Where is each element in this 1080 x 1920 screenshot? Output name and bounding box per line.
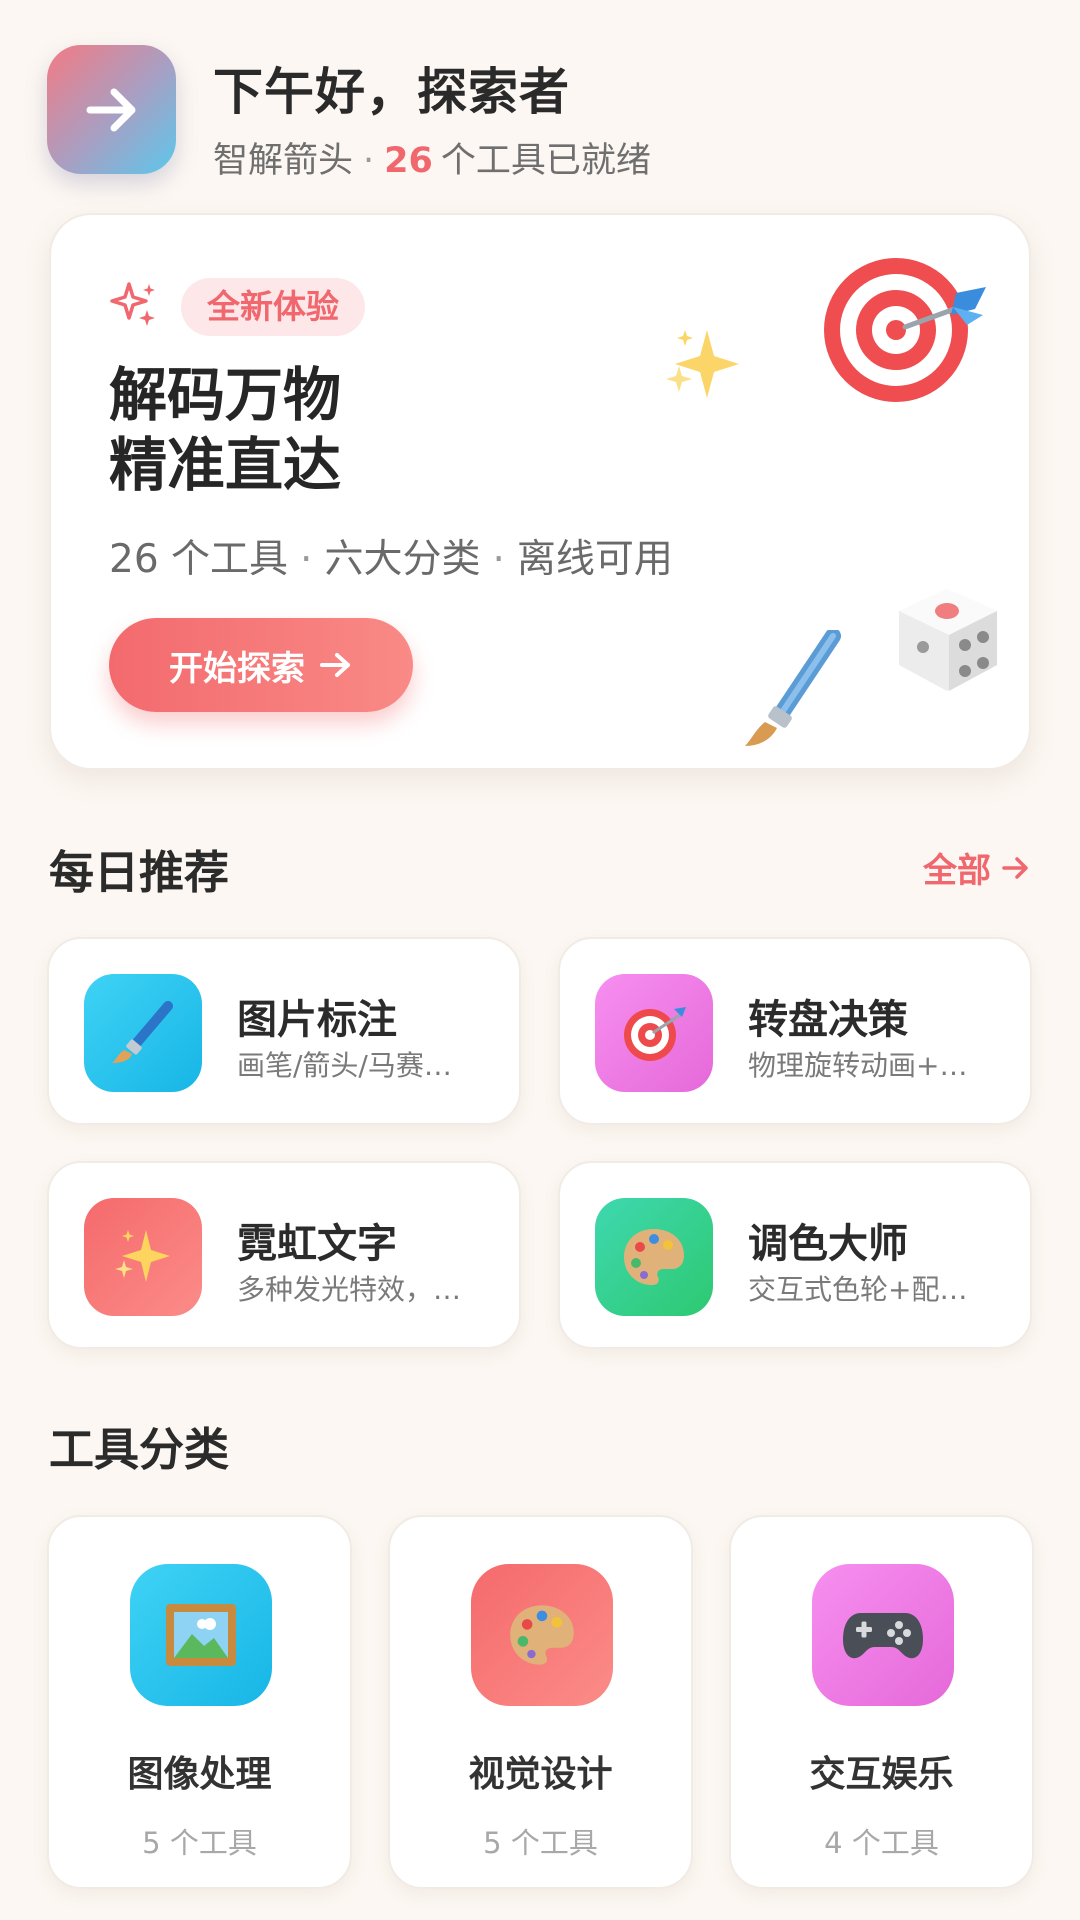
category-card-visual-design[interactable]: 视觉设计 5 个工具 [388, 1515, 693, 1889]
separator-dot: · [363, 141, 375, 181]
tool-name: 霓虹文字 [237, 1221, 397, 1267]
category-card-interactive-fun[interactable]: 交互娱乐 4 个工具 [729, 1515, 1034, 1889]
tool-desc: 多种发光特效，… [237, 1273, 462, 1306]
daily-recommend-title: 每日推荐 [49, 846, 230, 899]
start-explore-label: 开始探索 [169, 648, 305, 689]
category-name: 视觉设计 [468, 1754, 613, 1795]
app-logo [47, 45, 176, 174]
category-name: 图像处理 [127, 1754, 272, 1795]
game-controller-icon [812, 1564, 954, 1706]
tool-card-image-annotate[interactable]: 图片标注 画笔/箭头/马赛… [47, 937, 521, 1125]
hero-desc-tools: 26 个工具 [109, 537, 289, 582]
tool-card-spin-wheel[interactable]: 转盘决策 物理旋转动画+… [558, 937, 1032, 1125]
hero-title-line-1: 解码万物 [109, 361, 342, 429]
sparkles-icon [84, 1198, 202, 1316]
separator-dot: · [300, 537, 313, 582]
dice-icon [899, 589, 997, 691]
category-count: 5 个工具 [483, 1826, 598, 1860]
category-count: 4 个工具 [824, 1826, 939, 1860]
category-card-image-processing[interactable]: 图像处理 5 个工具 [47, 1515, 352, 1889]
sparkle-icon [110, 282, 155, 326]
hero-card: 全新体验 解码万物 精准直达 26 个工具 · 六大分类 · 离线可用 开始探索 [49, 213, 1031, 770]
paintbrush-icon [84, 974, 202, 1092]
arrow-right-icon [1002, 856, 1028, 879]
greeting-title: 下午好，探索者 [213, 63, 570, 121]
hero-desc-offline: 离线可用 [516, 537, 673, 582]
status-subline: 智解箭头 · 26 个工具已就绪 [213, 132, 651, 183]
start-explore-button[interactable]: 开始探索 [109, 618, 413, 712]
hero-title: 解码万物 精准直达 [109, 360, 609, 500]
hero-title-line-2: 精准直达 [109, 431, 342, 499]
arrow-right-icon [320, 653, 350, 677]
tool-desc: 交互式色轮+配… [748, 1273, 968, 1306]
app-name: 智解箭头 [213, 141, 354, 181]
tool-desc: 画笔/箭头/马赛… [237, 1049, 452, 1082]
palette-icon [471, 1564, 613, 1706]
target-icon [595, 974, 713, 1092]
tool-count: 26 [384, 141, 433, 181]
categories-title: 工具分类 [49, 1423, 230, 1476]
new-experience-badge: 全新体验 [181, 278, 365, 336]
category-count: 5 个工具 [142, 1826, 257, 1860]
arrow-right-icon [86, 88, 135, 131]
tool-card-color-master[interactable]: 调色大师 交互式色轮+配… [558, 1161, 1032, 1349]
target-icon [824, 258, 986, 402]
separator-dot: · [492, 537, 505, 582]
tool-name: 转盘决策 [748, 997, 908, 1043]
hero-desc-categories: 六大分类 [324, 537, 481, 582]
framed-picture-icon [130, 1564, 272, 1706]
tool-desc: 物理旋转动画+… [748, 1049, 968, 1082]
tool-card-neon-text[interactable]: 霓虹文字 多种发光特效，… [47, 1161, 521, 1349]
palette-icon [595, 1198, 713, 1316]
hero-description: 26 个工具 · 六大分类 · 离线可用 [109, 528, 673, 584]
see-all-link[interactable]: 全部 [923, 843, 1031, 892]
sparkles-icon [666, 330, 739, 398]
paintbrush-icon [745, 630, 841, 746]
ready-text: 个工具已就绪 [440, 141, 651, 181]
see-all-label: 全部 [923, 851, 991, 891]
tool-name: 图片标注 [237, 997, 397, 1043]
category-name: 交互娱乐 [809, 1754, 954, 1795]
tool-name: 调色大师 [748, 1221, 908, 1267]
